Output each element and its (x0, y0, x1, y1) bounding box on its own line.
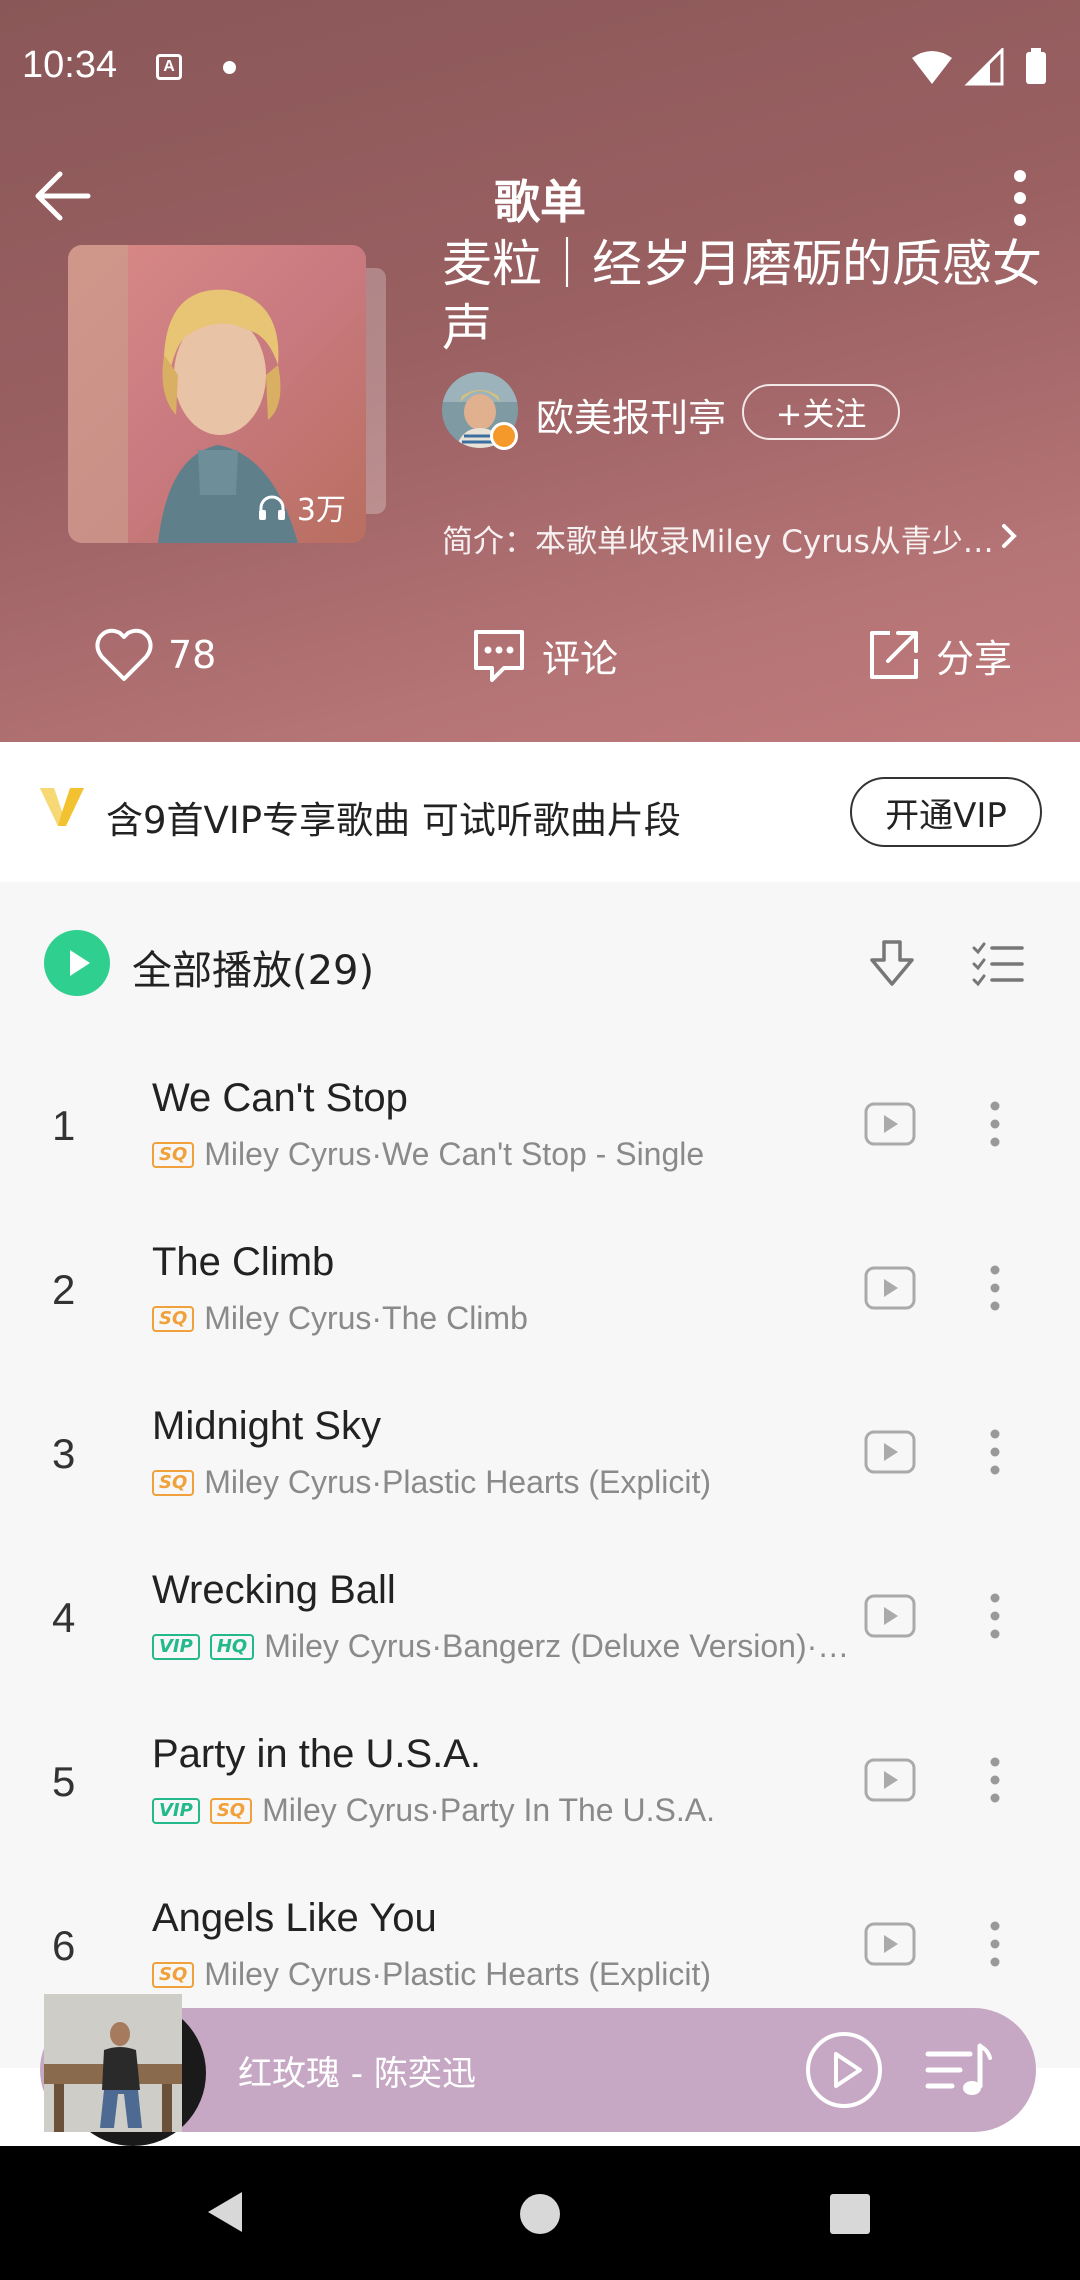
playlist-queue-icon[interactable] (924, 2034, 992, 2106)
playlist-title: 麦粒｜经岁月磨砺的质感女声 (442, 235, 1042, 357)
song-more-icon[interactable] (978, 1098, 1012, 1150)
song-meta: SQ Miley Cyrus·Plastic Hearts (Explicit) (152, 1464, 862, 1501)
song-number: 2 (52, 1266, 76, 1313)
nav-home-icon[interactable] (520, 2194, 560, 2234)
vip-logo-icon (40, 788, 84, 826)
heart-icon (95, 628, 153, 681)
song-title[interactable]: Party in the U.S.A. (152, 1732, 481, 1777)
song-number: 6 (52, 1922, 76, 1969)
mv-play-icon[interactable] (864, 1922, 916, 1966)
song-title[interactable]: The Climb (152, 1240, 334, 1285)
vip-banner: 含9首VIP专享歌曲 可试听歌曲片段 开通VIP (0, 742, 1080, 882)
song-title[interactable]: Wrecking Ball (152, 1568, 396, 1613)
song-title[interactable]: Midnight Sky (152, 1404, 381, 1449)
mv-play-icon[interactable] (864, 1266, 916, 1310)
open-vip-button[interactable]: 开通VIP (850, 777, 1042, 847)
like-count: 78 (168, 633, 217, 677)
song-more-icon[interactable] (978, 1590, 1012, 1642)
download-icon[interactable] (866, 938, 918, 990)
comment-label: 评论 (542, 636, 619, 681)
comment-button[interactable]: 评论 (470, 620, 618, 690)
song-number: 3 (52, 1430, 76, 1477)
mini-player-album-art[interactable] (44, 1994, 182, 2132)
song-artist-album: Miley Cyrus·Plastic Hearts (Explicit) (204, 1464, 711, 1500)
song-number: 1 (52, 1102, 76, 1149)
mv-play-icon[interactable] (864, 1758, 916, 1802)
song-list: 全部播放(29) 1 We Can't Stop SQ Miley Cyrus·We … (0, 882, 1080, 2068)
wifi-icon (912, 51, 952, 84)
song-row[interactable]: 5 Party in the U.S.A. VIP SQ Miley Cyrus·Par… (0, 1702, 1080, 1866)
mv-play-icon[interactable] (864, 1594, 916, 1638)
more-vertical-icon[interactable] (1000, 166, 1040, 230)
status-bar: 10:34 A (0, 0, 1080, 134)
headphones-icon (258, 495, 285, 520)
song-artist-album: Miley Cyrus·The Climb (204, 1300, 528, 1336)
follow-button[interactable]: +关注 (742, 384, 900, 440)
share-label: 分享 (936, 636, 1013, 681)
nav-back-icon[interactable] (204, 2188, 244, 2236)
chevron-right-icon[interactable] (998, 518, 1022, 554)
creator-name[interactable]: 欧美报刊亭 (536, 387, 726, 442)
song-artist-album: Miley Cyrus·We Can't Stop - Single (204, 1136, 705, 1172)
song-more-icon[interactable] (978, 1262, 1012, 1314)
play-circle-icon[interactable] (804, 2030, 884, 2110)
multi-select-icon[interactable] (972, 942, 1024, 988)
song-more-icon[interactable] (978, 1918, 1012, 1970)
song-artist-album: Miley Cyrus·Plastic Hearts (Explicit) (204, 1956, 711, 1992)
status-time: 10:34 (22, 44, 118, 86)
nav-recents-icon[interactable] (830, 2194, 870, 2234)
play-count-value: 3万 (296, 493, 346, 528)
song-number: 4 (52, 1594, 76, 1641)
hq-tag: HQ (209, 1633, 255, 1660)
notification-dot-icon (223, 61, 236, 74)
song-meta: SQ Miley Cyrus·The Climb (152, 1300, 862, 1337)
song-meta: SQ Miley Cyrus·Plastic Hearts (Explicit) (152, 1956, 862, 1993)
vip-tag: VIP (152, 1633, 200, 1660)
sq-tag: SQ (152, 1469, 195, 1496)
play-all-row[interactable]: 全部播放(29) (0, 882, 1080, 1046)
song-row[interactable]: 1 We Can't Stop SQ Miley Cyrus·We Can't Sto… (0, 1046, 1080, 1210)
system-nav-bar (0, 2146, 1080, 2280)
song-number: 5 (52, 1758, 76, 1805)
play-all-button[interactable] (44, 930, 110, 996)
battery-icon (1026, 52, 1046, 84)
song-more-icon[interactable] (978, 1754, 1012, 1806)
play-count: 3万 (257, 485, 346, 529)
sq-tag: SQ (152, 1141, 195, 1168)
share-icon (870, 631, 918, 679)
play-all-label[interactable]: 全部播放(29) (132, 938, 374, 996)
song-row[interactable]: 4 Wrecking Ball VIP HQ Miley Cyrus·Bangerz (… (0, 1538, 1080, 1702)
song-more-icon[interactable] (978, 1426, 1012, 1478)
playlist-intro[interactable]: 简介：本歌单收录Miley Cyrus从青少… (442, 516, 1002, 561)
status-icons (912, 48, 1046, 86)
comment-icon (474, 630, 524, 682)
song-meta: VIP HQ Miley Cyrus·Bangerz (Deluxe Version… (152, 1628, 862, 1665)
playlist-cover[interactable]: 3万 (68, 245, 366, 543)
mv-play-icon[interactable] (864, 1102, 916, 1146)
sq-tag: SQ (152, 1961, 195, 1988)
song-row[interactable]: 3 Midnight Sky SQ Miley Cyrus·Plastic Heart… (0, 1374, 1080, 1538)
now-playing-title[interactable]: 红玫瑰 - 陈奕迅 (238, 2046, 476, 2095)
sq-tag: SQ (152, 1305, 195, 1332)
play-icon (70, 950, 90, 976)
creator-badge-icon (490, 422, 518, 450)
song-meta: VIP SQ Miley Cyrus·Party In The U.S.A. (152, 1792, 862, 1829)
notification-a-icon: A (156, 54, 182, 80)
page-title: 歌单 (494, 175, 586, 229)
song-row[interactable]: 2 The Climb SQ Miley Cyrus·The Climb (0, 1210, 1080, 1374)
song-meta: SQ Miley Cyrus·We Can't Stop - Single (152, 1136, 862, 1173)
song-artist-album: Miley Cyrus·Bangerz (Deluxe Version)·… (264, 1628, 850, 1664)
song-artist-album: Miley Cyrus·Party In The U.S.A. (262, 1792, 715, 1828)
mv-play-icon[interactable] (864, 1430, 916, 1474)
vip-tag: VIP (152, 1797, 200, 1824)
song-title[interactable]: Angels Like You (152, 1896, 437, 1941)
vip-banner-text: 含9首VIP专享歌曲 可试听歌曲片段 (106, 799, 681, 842)
like-button[interactable]: 78 (94, 620, 216, 690)
sq-tag: SQ (209, 1797, 253, 1824)
song-title[interactable]: We Can't Stop (152, 1076, 408, 1121)
share-button[interactable]: 分享 (866, 620, 1012, 690)
